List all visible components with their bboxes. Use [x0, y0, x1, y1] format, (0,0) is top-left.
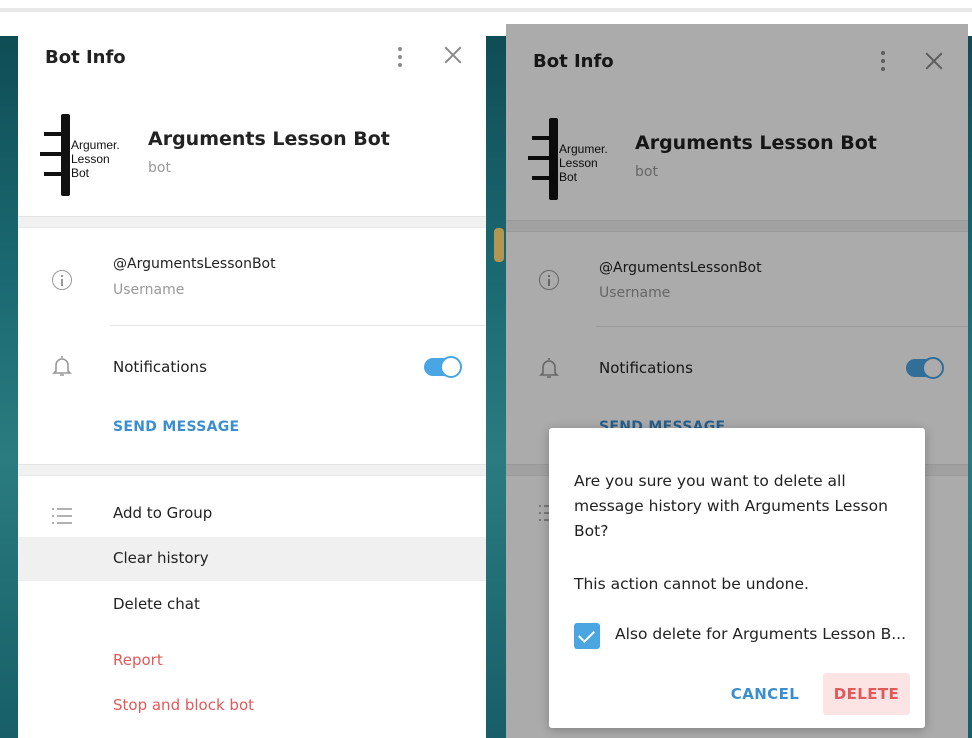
- top-edge: [0, 0, 972, 6]
- send-message-button[interactable]: SEND MESSAGE: [113, 419, 239, 435]
- menu-item-label: Clear history: [113, 549, 209, 567]
- info-icon: [52, 270, 72, 290]
- section-separator: [18, 464, 486, 476]
- notifications-label: Notifications: [113, 358, 207, 376]
- dialog-warning: This action cannot be undone.: [574, 575, 809, 593]
- username-label: Username: [113, 282, 185, 298]
- dialog-question: Are you sure you want to delete all mess…: [574, 472, 888, 540]
- confirm-delete-dialog: Are you sure you want to delete all mess…: [549, 428, 925, 728]
- bot-avatar[interactable]: Argumer. Lesson Bot: [40, 114, 128, 196]
- top-strip-right: [486, 8, 972, 12]
- menu-item-label: Add to Group: [113, 504, 213, 522]
- menu-item-add-to-group[interactable]: Add to Group: [18, 492, 486, 536]
- username-value[interactable]: @ArgumentsLessonBot: [113, 256, 276, 272]
- row-divider: [110, 325, 486, 326]
- chat-background-middle: [486, 36, 506, 738]
- profile-section: Argumer. Lesson Bot Arguments Lesson Bot…: [18, 94, 486, 216]
- menu-item-label: Delete chat: [113, 595, 200, 613]
- avatar-text: Lesson: [71, 152, 110, 166]
- bot-name: Arguments Lesson Bot: [148, 128, 390, 150]
- panel-title: Bot Info: [45, 47, 126, 68]
- avatar-text: Argumer.: [71, 138, 120, 152]
- menu-item-report[interactable]: Report: [113, 651, 163, 669]
- delete-button[interactable]: DELETE: [823, 673, 910, 715]
- panel-header: Bot Info: [18, 20, 486, 94]
- menu-item-clear-history[interactable]: Clear history: [18, 537, 486, 581]
- notifications-toggle[interactable]: [424, 356, 462, 378]
- cancel-button[interactable]: CANCEL: [729, 673, 801, 715]
- close-icon[interactable]: [442, 44, 464, 66]
- delete-for-both-label[interactable]: Also delete for Arguments Lesson B...: [615, 625, 906, 643]
- avatar-text: Bot: [71, 166, 90, 180]
- chat-background-left: [0, 36, 18, 738]
- bot-subtitle: bot: [148, 160, 171, 176]
- top-strip-left: [0, 8, 486, 12]
- menu-item-delete-chat[interactable]: Delete chat: [18, 583, 486, 627]
- chat-background-right: [968, 36, 972, 738]
- more-options-icon[interactable]: [393, 45, 407, 69]
- menu-item-stop-block-bot[interactable]: Stop and block bot: [113, 696, 254, 714]
- section-separator: [18, 216, 486, 228]
- delete-for-both-checkbox[interactable]: [574, 623, 600, 649]
- bell-icon: [52, 356, 72, 376]
- bot-info-panel: Bot Info Argumer. Lesson Bot Arguments L…: [18, 20, 486, 738]
